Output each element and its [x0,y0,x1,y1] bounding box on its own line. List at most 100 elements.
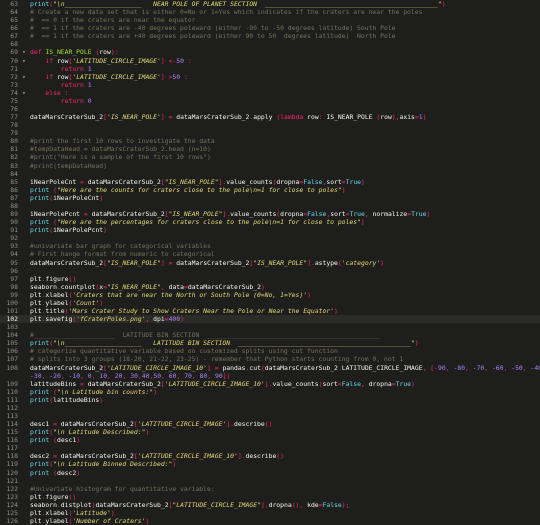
code-line[interactable]: 81 #tempDataHead = dataMarsCraterSub_2.he… [0,145,540,153]
code-line[interactable]: 91 print(iNearPolePcnt) [0,226,540,234]
code-text[interactable]: print ("Here are the counts for craters … [30,186,346,194]
code-line[interactable]: 93 #univariate bar graph for categorical … [0,242,540,250]
code-line[interactable]: 107 # splits into 3 groups (18-20, 21-22,… [0,355,540,363]
code-line[interactable]: 89 iNearPolePcnt = dataMarsCraterSub_2["I… [0,210,540,218]
code-line[interactable]: 74 ▾ else : [0,89,540,97]
code-line[interactable]: 124 seaborn.distplot(dataMarsCraterSub_2[… [0,501,540,509]
code-text[interactable]: dataMarsCraterSub_2['IS_NEAR_POLE'] = da… [30,113,426,121]
code-text[interactable]: desc2 = dataMarsCraterSub_2['LATITUDE_CI… [30,452,284,460]
code-line[interactable]: 80 #print the first 10 rows to investigat… [0,137,540,145]
code-text[interactable]: dataMarsCraterSub_2['LATITUDE_CIRCLE_IMA… [30,364,540,372]
code-line[interactable]: 77 dataMarsCraterSub_2['IS_NEAR_POLE'] = … [0,113,540,121]
code-text[interactable]: latitudeBins = dataMarsCraterSub_2['LATI… [30,380,415,388]
code-line[interactable]: 85 iNearPoleCnt = dataMarsCraterSub_2["IS… [0,178,540,186]
code-line[interactable]: 108 dataMarsCraterSub_2['LATITUDE_CIRCLE_… [0,364,540,372]
code-line[interactable]: 88 [0,202,540,210]
code-text[interactable]: seaborn.distplot(dataMarsCraterSub_2["LA… [30,501,349,509]
code-text[interactable]: print("\n____________________ LATITUDE B… [30,339,419,347]
code-line[interactable]: 118 desc2 = dataMarsCraterSub_2['LATITUDE… [0,452,540,460]
code-line[interactable]: 109 latitudeBins = dataMarsCraterSub_2['L… [0,380,540,388]
code-line[interactable]: 101 plt.title('Mars Crater Study to Show … [0,307,540,315]
code-text[interactable]: # Create a new data set that is either 0… [30,8,422,16]
code-line[interactable]: 94 # First hange format from numeric to c… [0,250,540,258]
code-line[interactable]: 97 plt.figure() [0,275,540,283]
code-text[interactable]: #print(tempDataHead) [30,162,107,170]
code-line[interactable]: 105 print("\n____________________ LATITUD… [0,339,540,347]
code-line[interactable]: 67 # == 1 if the craters are +40 degrees … [0,32,540,40]
code-text[interactable]: iNearPoleCnt = dataMarsCraterSub_2["IS_N… [30,178,365,186]
code-line[interactable]: 69 ▾ def IS_NEAR_POLE (row): [0,48,540,56]
code-line[interactable]: 104 #_____________________ LATITUDE BIN S… [0,331,540,339]
code-line[interactable]: 125 plt.xlabel('Latitude') [0,509,540,517]
code-text[interactable]: print ("\n Latitude bin counts:") [30,388,157,396]
code-text[interactable]: print (desc2) [30,469,80,477]
code-line[interactable]: 73 return 1 [0,81,540,89]
code-line[interactable]: 126 plt.ylabel('Number of Craters') [0,517,540,525]
code-line[interactable]: 84 [0,170,540,178]
current-code-line[interactable]: 102 plt.savefig('fCraterPoles.png', dpi=4… [0,315,540,324]
code-line[interactable]: -30, -20, -10, 0, 10, 20, 30,40,50, 60, … [0,372,540,380]
code-line[interactable]: 111 print(latitudeBins) [0,396,540,404]
code-text[interactable]: iNearPolePcnt = dataMarsCraterSub_2["IS_… [30,210,430,218]
code-line[interactable]: 71 return 1 [0,65,540,73]
code-text[interactable]: # splits into 3 groups (18-20, 21-22, 23… [30,355,403,363]
code-line[interactable]: 112 [0,404,540,412]
code-text[interactable]: -30, -20, -10, 0, 10, 20, 30,40,50, 60, … [30,372,230,380]
code-text[interactable]: plt.title('Mars Crater Study to Show Cra… [30,307,338,315]
code-line[interactable]: 123 plt.figure() [0,493,540,501]
fold-arrow-icon[interactable]: ▾ [22,89,30,97]
code-text[interactable]: desc1 = dataMarsCraterSub_2['LATITUDE_CI… [30,420,272,428]
code-text[interactable]: if row['LATITUDE_CIRCLE_IMAGE'] <-50 : [30,57,191,65]
code-line[interactable]: 68 [0,40,540,48]
code-text[interactable]: plt.ylabel('Count') [30,299,103,307]
code-text[interactable]: else : [30,89,68,97]
code-text[interactable]: print("\n Latitude Described:") [30,428,149,436]
code-line[interactable]: 64 # Create a new data set that is either… [0,8,540,16]
code-line[interactable]: 63 print("\n____________________ NEAR POL… [0,0,540,8]
code-line[interactable]: 86 print ("Here are the counts for crater… [0,186,540,194]
code-line[interactable]: 103 [0,323,540,331]
code-text[interactable]: plt.figure() [30,275,76,283]
code-text[interactable]: if row['LATITUDE_CIRCLE_IMAGE'] >50 : [30,73,187,81]
code-line[interactable]: 79 [0,129,540,137]
code-line[interactable]: 96 [0,267,540,275]
code-line[interactable]: 117 [0,444,540,452]
code-text[interactable]: #Univariate histogram for quantitative v… [30,485,215,493]
code-text[interactable]: plt.xlabel('Latitude') [30,509,115,517]
code-text[interactable]: print(iNearPolePcnt) [30,226,107,234]
code-line[interactable]: 76 [0,105,540,113]
code-line[interactable]: 72 ▾ if row['LATITUDE_CIRCLE_IMAGE'] >50 … [0,73,540,81]
code-line[interactable]: 115 print("\n Latitude Described:") [0,428,540,436]
code-line[interactable]: 87 print(iNearPoleCnt) [0,194,540,202]
code-line[interactable]: 83 #print(tempDataHead) [0,162,540,170]
code-line[interactable]: 99 plt.xlabel('Craters that are near the … [0,291,540,299]
code-line[interactable]: 75 return 0 [0,97,540,105]
code-text[interactable]: dataMarsCraterSub_2["IS_NEAR_POLE"] = da… [30,259,384,267]
code-text[interactable]: #print the first 10 rows to investigate … [30,137,215,145]
code-text[interactable]: def IS_NEAR_POLE (row): [30,48,119,56]
code-line[interactable]: 70 ▾ if row['LATITUDE_CIRCLE_IMAGE'] <-50… [0,57,540,65]
code-text[interactable]: plt.xlabel('Craters that are near the No… [30,291,311,299]
code-line[interactable]: 116 print (desc1) [0,436,540,444]
code-text[interactable]: #print("Here is a sample of the first 10… [30,153,211,161]
code-text[interactable]: #tempDataHead = dataMarsCraterSub_2.head… [30,145,211,153]
fold-arrow-icon[interactable]: ▾ [22,48,30,56]
code-line[interactable]: 110 print ("\n Latitude bin counts:") [0,388,540,396]
code-text[interactable]: return 0 [30,97,92,105]
code-text[interactable]: print("\n____________________ NEAR POLE … [30,0,446,8]
code-line[interactable]: 82 #print("Here is a sample of the first … [0,153,540,161]
code-line[interactable]: 106 # categorize quantitative variable ba… [0,347,540,355]
code-line[interactable]: 122 #Univariate histogram for quantitativ… [0,485,540,493]
fold-arrow-icon[interactable]: ▾ [22,73,30,81]
code-line[interactable]: 95 dataMarsCraterSub_2["IS_NEAR_POLE"] = … [0,259,540,267]
code-line[interactable]: 121 [0,477,540,485]
code-text[interactable]: plt.ylabel('Number of Craters') [30,517,149,525]
code-text[interactable]: # First hange format from numeric to cat… [30,250,215,258]
code-line[interactable]: 90 print ("Here are the percentages for c… [0,218,540,226]
code-editor[interactable]: 63 print("\n____________________ NEAR POL… [0,0,540,525]
code-line[interactable]: 78 [0,121,540,129]
code-line[interactable]: 66 # == 1 if the craters are -40 degrees … [0,24,540,32]
code-text[interactable]: #univariate bar graph for categorical va… [30,242,211,250]
code-line[interactable]: 92 [0,234,540,242]
code-line[interactable]: 98 seaborn.countplot(x="IS_NEAR_POLE", da… [0,283,540,291]
